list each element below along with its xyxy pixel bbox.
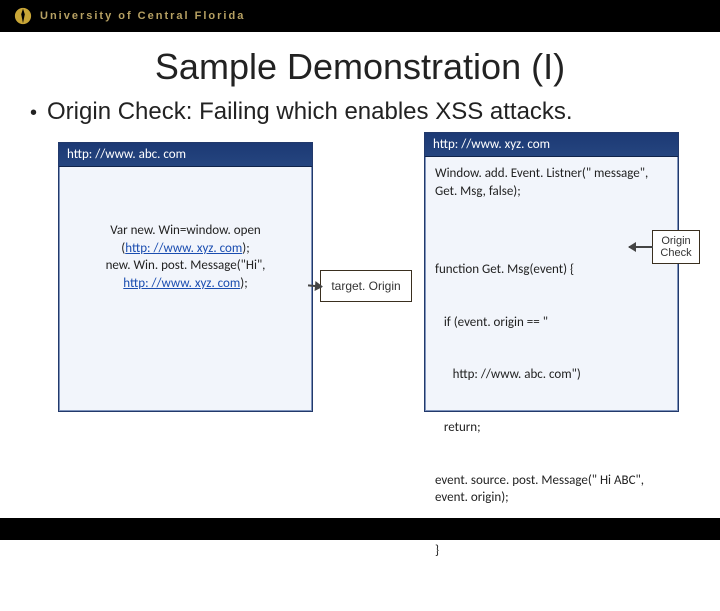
right-code-body: Window. add. Event. Listner(" message", … bbox=[425, 157, 678, 611]
origin-check-label: Origin Check bbox=[652, 230, 700, 264]
left-code-post: ); bbox=[240, 276, 247, 291]
footer-bar bbox=[0, 518, 720, 540]
func-line-1: function Get. Msg(event) { bbox=[435, 261, 668, 279]
left-address-bar: http: //www. abc. com bbox=[59, 143, 312, 167]
func-line-2: if (event. origin == " bbox=[435, 314, 668, 332]
left-browser-window: http: //www. abc. com Var new. Win=windo… bbox=[58, 142, 313, 412]
diagram-area: http: //www. abc. com Var new. Win=windo… bbox=[20, 132, 700, 472]
bullet-text: Origin Check: Failing which enables XSS … bbox=[47, 98, 573, 126]
ucf-logo-icon bbox=[14, 7, 32, 25]
func-line-4: return; bbox=[435, 419, 668, 437]
func-line-6: } bbox=[435, 542, 668, 560]
func-line-5: event. source. post. Message(" Hi ABC", … bbox=[435, 472, 668, 507]
arrow-origincheck-to-code bbox=[629, 246, 653, 248]
left-code-body: Var new. Win=window. open (http: //www. … bbox=[59, 167, 312, 300]
target-origin-text: target. Origin bbox=[331, 279, 400, 293]
left-code-link1: http: //www. xyz. com bbox=[125, 241, 242, 256]
university-name: University of Central Florida bbox=[40, 10, 245, 22]
origin-check-text: Origin Check bbox=[653, 235, 699, 259]
bullet-point: • Origin Check: Failing which enables XS… bbox=[0, 98, 720, 132]
left-code-link2: http: //www. xyz. com bbox=[123, 276, 240, 291]
right-address-bar: http: //www. xyz. com bbox=[425, 133, 678, 157]
func-line-3: http: //www. abc. com") bbox=[435, 366, 668, 384]
right-listener: Window. add. Event. Listner(" message", … bbox=[435, 165, 668, 200]
bullet-dot-icon: • bbox=[30, 98, 37, 128]
right-browser-window: http: //www. xyz. com Window. add. Event… bbox=[424, 132, 679, 412]
university-header: University of Central Florida bbox=[0, 0, 720, 32]
target-origin-label: target. Origin bbox=[320, 270, 412, 302]
slide-title: Sample Demonstration (I) bbox=[0, 46, 720, 88]
